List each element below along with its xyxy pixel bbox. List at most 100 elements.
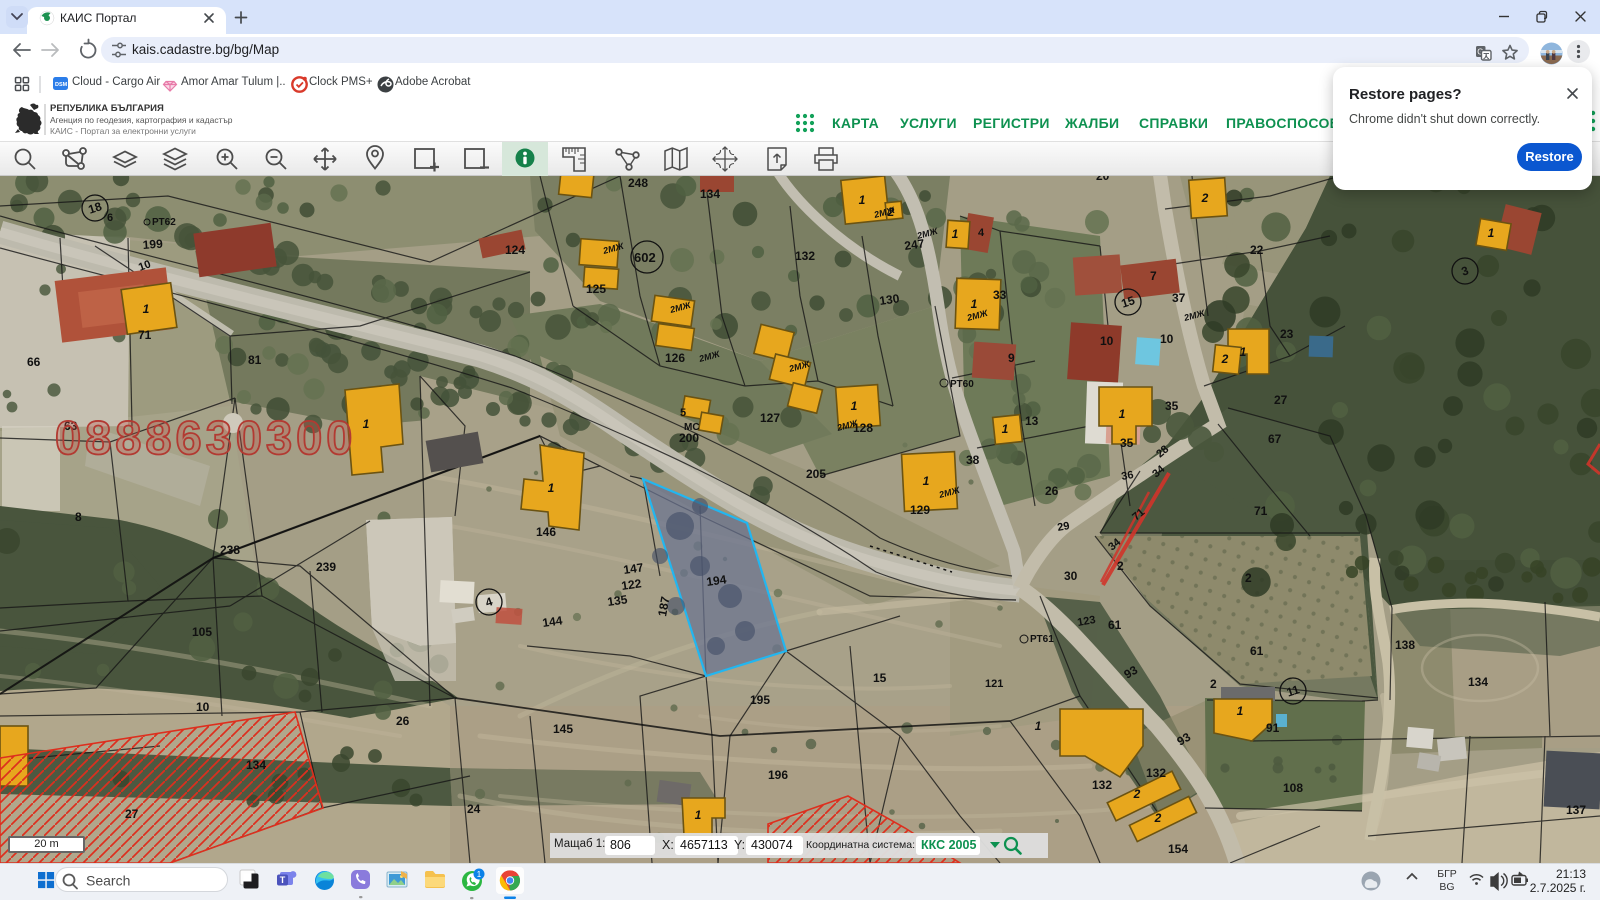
svg-text:1: 1 <box>1240 345 1247 359</box>
svg-text:71: 71 <box>1254 504 1268 518</box>
svg-text:194: 194 <box>705 572 727 589</box>
svg-text:132: 132 <box>795 249 815 263</box>
svg-text:2: 2 <box>1201 191 1209 205</box>
svg-text:91: 91 <box>1266 721 1280 735</box>
svg-text:27: 27 <box>1274 393 1288 407</box>
svg-text:26: 26 <box>396 714 410 728</box>
svg-text:67: 67 <box>1268 432 1282 446</box>
svg-text:10: 10 <box>1100 334 1114 348</box>
svg-text:602: 602 <box>634 250 656 265</box>
svg-text:1: 1 <box>851 399 858 413</box>
svg-text:2: 2 <box>1245 571 1252 585</box>
svg-text:205: 205 <box>806 467 826 481</box>
svg-text:9: 9 <box>1008 351 1015 365</box>
svg-text:6: 6 <box>107 212 113 224</box>
svg-text:195: 195 <box>750 693 770 707</box>
svg-text:24: 24 <box>467 802 481 816</box>
svg-text:81: 81 <box>248 353 262 367</box>
svg-text:2: 2 <box>1133 787 1141 801</box>
svg-text:35: 35 <box>1120 436 1134 450</box>
svg-text:130: 130 <box>878 291 900 308</box>
svg-text:71: 71 <box>138 328 152 342</box>
svg-text:37: 37 <box>1172 291 1186 305</box>
svg-text:2: 2 <box>1117 559 1124 573</box>
svg-text:108: 108 <box>1283 781 1303 795</box>
svg-text:DSM: DSM <box>55 82 68 88</box>
svg-text:РТ60: РТ60 <box>950 379 974 390</box>
svg-text:146: 146 <box>536 525 556 539</box>
svg-text:122: 122 <box>620 576 642 593</box>
svg-text:134: 134 <box>700 187 720 201</box>
svg-text:126: 126 <box>665 351 685 365</box>
svg-text:BG: BG <box>1439 881 1454 893</box>
svg-text:1: 1 <box>923 474 930 488</box>
svg-text:10: 10 <box>1160 332 1174 346</box>
svg-text:196: 196 <box>768 768 788 782</box>
svg-text:1: 1 <box>363 417 370 431</box>
svg-text:1: 1 <box>859 193 866 207</box>
svg-text:26: 26 <box>1045 484 1059 498</box>
svg-text:0888630300: 0888630300 <box>55 411 356 464</box>
svg-text:144: 144 <box>541 613 563 630</box>
svg-text:248: 248 <box>628 176 648 190</box>
svg-text:30: 30 <box>1064 569 1078 583</box>
svg-text:124: 124 <box>505 243 525 257</box>
svg-text:199: 199 <box>142 237 163 252</box>
svg-text:1: 1 <box>1488 226 1495 240</box>
svg-text:1: 1 <box>695 808 702 822</box>
svg-text:238: 238 <box>220 543 240 557</box>
svg-text:105: 105 <box>192 625 212 639</box>
svg-text:61: 61 <box>1108 618 1122 632</box>
svg-text:121: 121 <box>985 678 1003 690</box>
svg-text:8: 8 <box>75 510 82 524</box>
svg-text:27: 27 <box>125 807 139 821</box>
svg-text:1: 1 <box>143 302 150 316</box>
svg-text:200: 200 <box>679 431 699 445</box>
svg-text:2: 2 <box>1221 352 1229 366</box>
svg-text:29: 29 <box>1056 520 1070 534</box>
svg-text:1: 1 <box>1237 704 1244 718</box>
svg-text:2: 2 <box>1210 677 1217 691</box>
svg-text:БГР: БГР <box>1437 868 1457 880</box>
svg-text:239: 239 <box>316 560 336 574</box>
svg-text:138: 138 <box>1395 638 1415 652</box>
svg-text:T: T <box>280 875 286 885</box>
svg-text:РТ61: РТ61 <box>1030 634 1054 645</box>
svg-text:132: 132 <box>1092 778 1112 792</box>
svg-text:134: 134 <box>1468 675 1488 689</box>
svg-text:1: 1 <box>1119 407 1126 421</box>
svg-text:61: 61 <box>1250 644 1264 658</box>
svg-text:66: 66 <box>27 355 41 369</box>
svg-text:21:13: 21:13 <box>1556 867 1586 881</box>
svg-text:38: 38 <box>966 453 980 467</box>
svg-text:13: 13 <box>1025 414 1039 428</box>
svg-text:127: 127 <box>760 411 780 425</box>
svg-text:125: 125 <box>586 282 606 296</box>
svg-text:35: 35 <box>1165 399 1179 413</box>
svg-text:1: 1 <box>971 297 978 311</box>
svg-text:2.7.2025 г.: 2.7.2025 г. <box>1530 881 1586 895</box>
svg-text:1: 1 <box>1035 719 1042 733</box>
svg-text:154: 154 <box>1168 842 1188 856</box>
svg-text:145: 145 <box>553 722 573 736</box>
svg-text:135: 135 <box>606 592 628 609</box>
svg-text:1: 1 <box>952 227 959 241</box>
svg-text:36: 36 <box>1120 469 1134 483</box>
svg-text:1: 1 <box>548 481 555 495</box>
svg-text:2: 2 <box>1154 811 1162 825</box>
svg-text:15: 15 <box>873 671 887 685</box>
svg-text:132: 132 <box>1146 766 1166 780</box>
svg-text:147: 147 <box>622 560 644 577</box>
svg-text:137: 137 <box>1566 803 1586 817</box>
svg-text:23: 23 <box>1280 327 1294 341</box>
svg-text:129: 129 <box>910 503 930 517</box>
svg-text:33: 33 <box>993 288 1007 302</box>
svg-text:20: 20 <box>1096 176 1110 183</box>
svg-text:Search: Search <box>86 873 130 889</box>
svg-text:1: 1 <box>477 870 482 879</box>
svg-text:1: 1 <box>1002 422 1009 436</box>
svg-text:РТ62: РТ62 <box>152 217 176 228</box>
svg-text:22: 22 <box>1250 243 1264 257</box>
svg-text:10: 10 <box>196 700 210 714</box>
svg-text:4: 4 <box>978 227 985 239</box>
